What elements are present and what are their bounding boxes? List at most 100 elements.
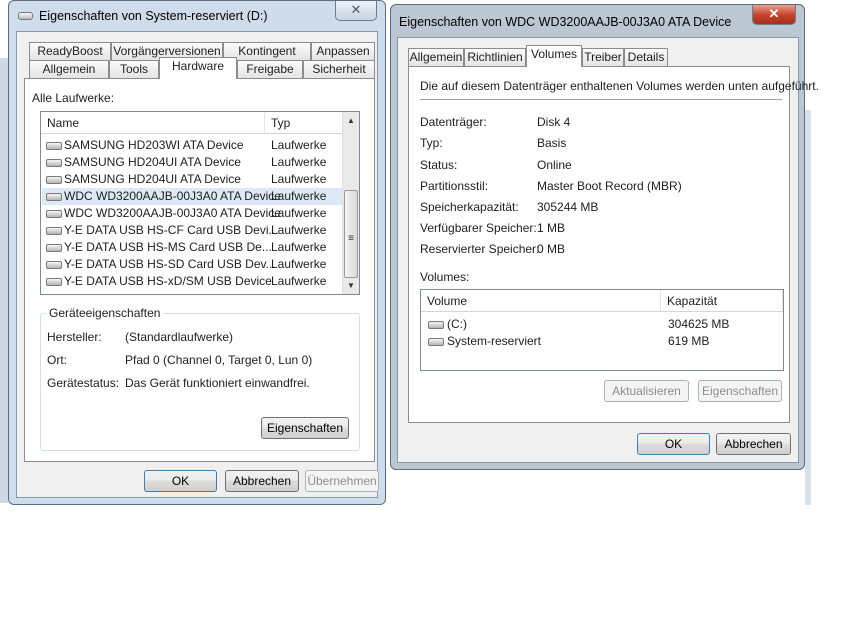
drive-icon [18, 12, 33, 20]
drive-name: SAMSUNG HD204UI ATA Device [64, 155, 241, 169]
tab-tools[interactable]: Tools [109, 60, 159, 79]
refresh-button[interactable]: Aktualisieren [604, 380, 689, 402]
tab-readyboost[interactable]: ReadyBoost [29, 42, 111, 61]
list-item[interactable]: (C:) 304625 MB [422, 316, 782, 333]
background-window-strip [0, 58, 8, 503]
list-item[interactable]: Y-E DATA USB HS-CF Card USB Devi... Lauf… [42, 222, 342, 239]
drive-type: Laufwerke [271, 172, 327, 186]
field-label: Partitionsstil: [420, 179, 489, 193]
tab-sicherheit[interactable]: Sicherheit [303, 60, 375, 79]
drive-type: Laufwerke [271, 189, 327, 203]
volumes-label: Volumes: [420, 270, 470, 284]
list-item[interactable]: Y-E DATA USB HS-SD Card USB Dev... Laufw… [42, 256, 342, 273]
dialog-body: Allgemein Richtlinien Volumes Treiber De… [397, 37, 819, 463]
volume-capacity: 304625 MB [668, 317, 730, 331]
column-header-volume[interactable]: Volume [421, 290, 661, 312]
drive-type: Laufwerke [271, 206, 327, 220]
column-header-capacity[interactable]: Kapazität [661, 290, 783, 312]
list-item[interactable]: SAMSUNG HD204UI ATA Device Laufwerke [42, 154, 342, 171]
tab-allgemein[interactable]: Allgemein [29, 60, 109, 79]
drive-icon [46, 176, 62, 184]
drive-name: Y-E DATA USB HS-CF Card USB Devi... [64, 223, 279, 237]
field-value: Disk 4 [537, 115, 571, 129]
list-item[interactable]: SAMSUNG HD203WI ATA Device Laufwerke [42, 137, 342, 154]
tab-treiber[interactable]: Treiber [582, 48, 624, 67]
tab-richtlinien[interactable]: Richtlinien [464, 48, 526, 67]
drive-properties-window: Eigenschaften von System-reserviert (D:)… [8, 0, 386, 505]
scroll-grip-icon: ≡ [348, 233, 354, 244]
drive-name: WDC WD3200AAJB-00J3A0 ATA Device [64, 206, 281, 220]
close-button[interactable]: ✕ [335, 1, 377, 21]
cancel-button[interactable]: Abbrechen [716, 433, 791, 455]
ok-button[interactable]: OK [637, 433, 710, 455]
background-window-strip-right [805, 110, 811, 505]
drive-icon [46, 142, 62, 150]
device-status-value: Das Gerät funktioniert einwandfrei. [125, 376, 310, 390]
title-bar[interactable]: Eigenschaften von System-reserviert (D:)… [9, 1, 385, 31]
drive-type: Laufwerke [271, 240, 327, 254]
apply-button[interactable]: Übernehmen [305, 470, 379, 492]
field-value: 0 MB [537, 242, 566, 256]
list-item[interactable]: Y-E DATA USB HS-xD/SM USB Device Laufwer… [42, 273, 342, 290]
drive-name: SAMSUNG HD204UI ATA Device [64, 172, 241, 186]
window-title: Eigenschaften von System-reserviert (D:) [39, 9, 268, 23]
tab-anpassen[interactable]: Anpassen [311, 42, 375, 61]
list-item[interactable]: System-reserviert 619 MB [422, 333, 782, 350]
drive-type: Laufwerke [271, 223, 327, 237]
field-label: Datenträger: [420, 115, 487, 129]
volumes-list[interactable]: Volume Kapazität (C:) 304625 MB System-r… [420, 289, 784, 371]
vertical-scrollbar[interactable]: ▲ ≡ ▼ [342, 112, 359, 294]
group-title: Geräteeigenschaften [46, 306, 164, 320]
tab-freigabe[interactable]: Freigabe [237, 60, 303, 79]
usb-drive-icon [46, 244, 62, 252]
tab-volumes[interactable]: Volumes [526, 45, 582, 67]
location-value: Pfad 0 (Channel 0, Target 0, Lun 0) [125, 353, 313, 367]
drives-list[interactable]: Name Typ SAMSUNG HD203WI ATA Device Lauf… [40, 111, 360, 295]
ok-button[interactable]: OK [144, 470, 217, 492]
window-title: Eigenschaften von WDC WD3200AAJB-00J3A0 … [399, 15, 732, 29]
drive-type: Laufwerke [271, 274, 327, 288]
volume-icon [428, 338, 444, 346]
manufacturer-value: (Standardlaufwerke) [125, 330, 234, 344]
field-value: Master Boot Record (MBR) [537, 179, 682, 193]
list-item[interactable]: WDC WD3200AAJB-00J3A0 ATA Device Laufwer… [42, 205, 342, 222]
drive-name: Y-E DATA USB HS-MS Card USB De... [64, 240, 272, 254]
scroll-up-arrow-icon[interactable]: ▲ [343, 112, 359, 129]
usb-drive-icon [46, 278, 62, 286]
list-item-selected[interactable]: WDC WD3200AAJB-00J3A0 ATA Device Laufwer… [42, 188, 342, 205]
drive-name: WDC WD3200AAJB-00J3A0 ATA Device [64, 189, 281, 203]
field-value: Online [537, 158, 572, 172]
drive-name: Y-E DATA USB HS-xD/SM USB Device [64, 274, 272, 288]
drive-name: SAMSUNG HD203WI ATA Device [64, 138, 244, 152]
field-label: Status: [420, 158, 458, 172]
drive-icon [46, 159, 62, 167]
device-properties-button[interactable]: Eigenschaften [261, 417, 349, 439]
cancel-button[interactable]: Abbrechen [225, 470, 299, 492]
field-value: Basis [537, 136, 567, 150]
column-header-name[interactable]: Name [41, 112, 265, 134]
separator [420, 99, 782, 100]
device-properties-group: Geräteeigenschaften Hersteller: (Standar… [40, 306, 360, 451]
field-label: Speicherkapazität: [420, 200, 519, 214]
list-item[interactable]: Y-E DATA USB HS-MS Card USB De... Laufwe… [42, 239, 342, 256]
manufacturer-label: Hersteller: [47, 330, 102, 344]
drive-type: Laufwerke [271, 138, 327, 152]
field-value: 1 MB [537, 221, 566, 235]
description-text: Die auf diesem Datenträger enthaltenen V… [420, 79, 819, 93]
tab-allgemein[interactable]: Allgemein [408, 48, 464, 67]
scroll-down-arrow-icon[interactable]: ▼ [343, 277, 359, 294]
dialog-body: ReadyBoost Vorgängerversionen Kontingent… [16, 31, 379, 498]
tab-hardware[interactable]: Hardware [159, 57, 237, 79]
usb-drive-icon [46, 261, 62, 269]
device-status-label: Gerätestatus: [47, 376, 120, 390]
usb-drive-icon [46, 227, 62, 235]
volume-name: (C:) [447, 317, 467, 331]
volume-name: System-reserviert [447, 334, 542, 348]
drive-icon [46, 193, 62, 201]
close-button[interactable]: ✕ [752, 5, 796, 25]
title-bar[interactable]: Eigenschaften von WDC WD3200AAJB-00J3A0 … [391, 5, 804, 35]
list-item[interactable]: SAMSUNG HD204UI ATA Device Laufwerke [42, 171, 342, 188]
column-header-type[interactable]: Typ [265, 112, 343, 134]
volume-properties-button[interactable]: Eigenschaften [698, 380, 782, 402]
tab-details[interactable]: Details [624, 48, 668, 67]
